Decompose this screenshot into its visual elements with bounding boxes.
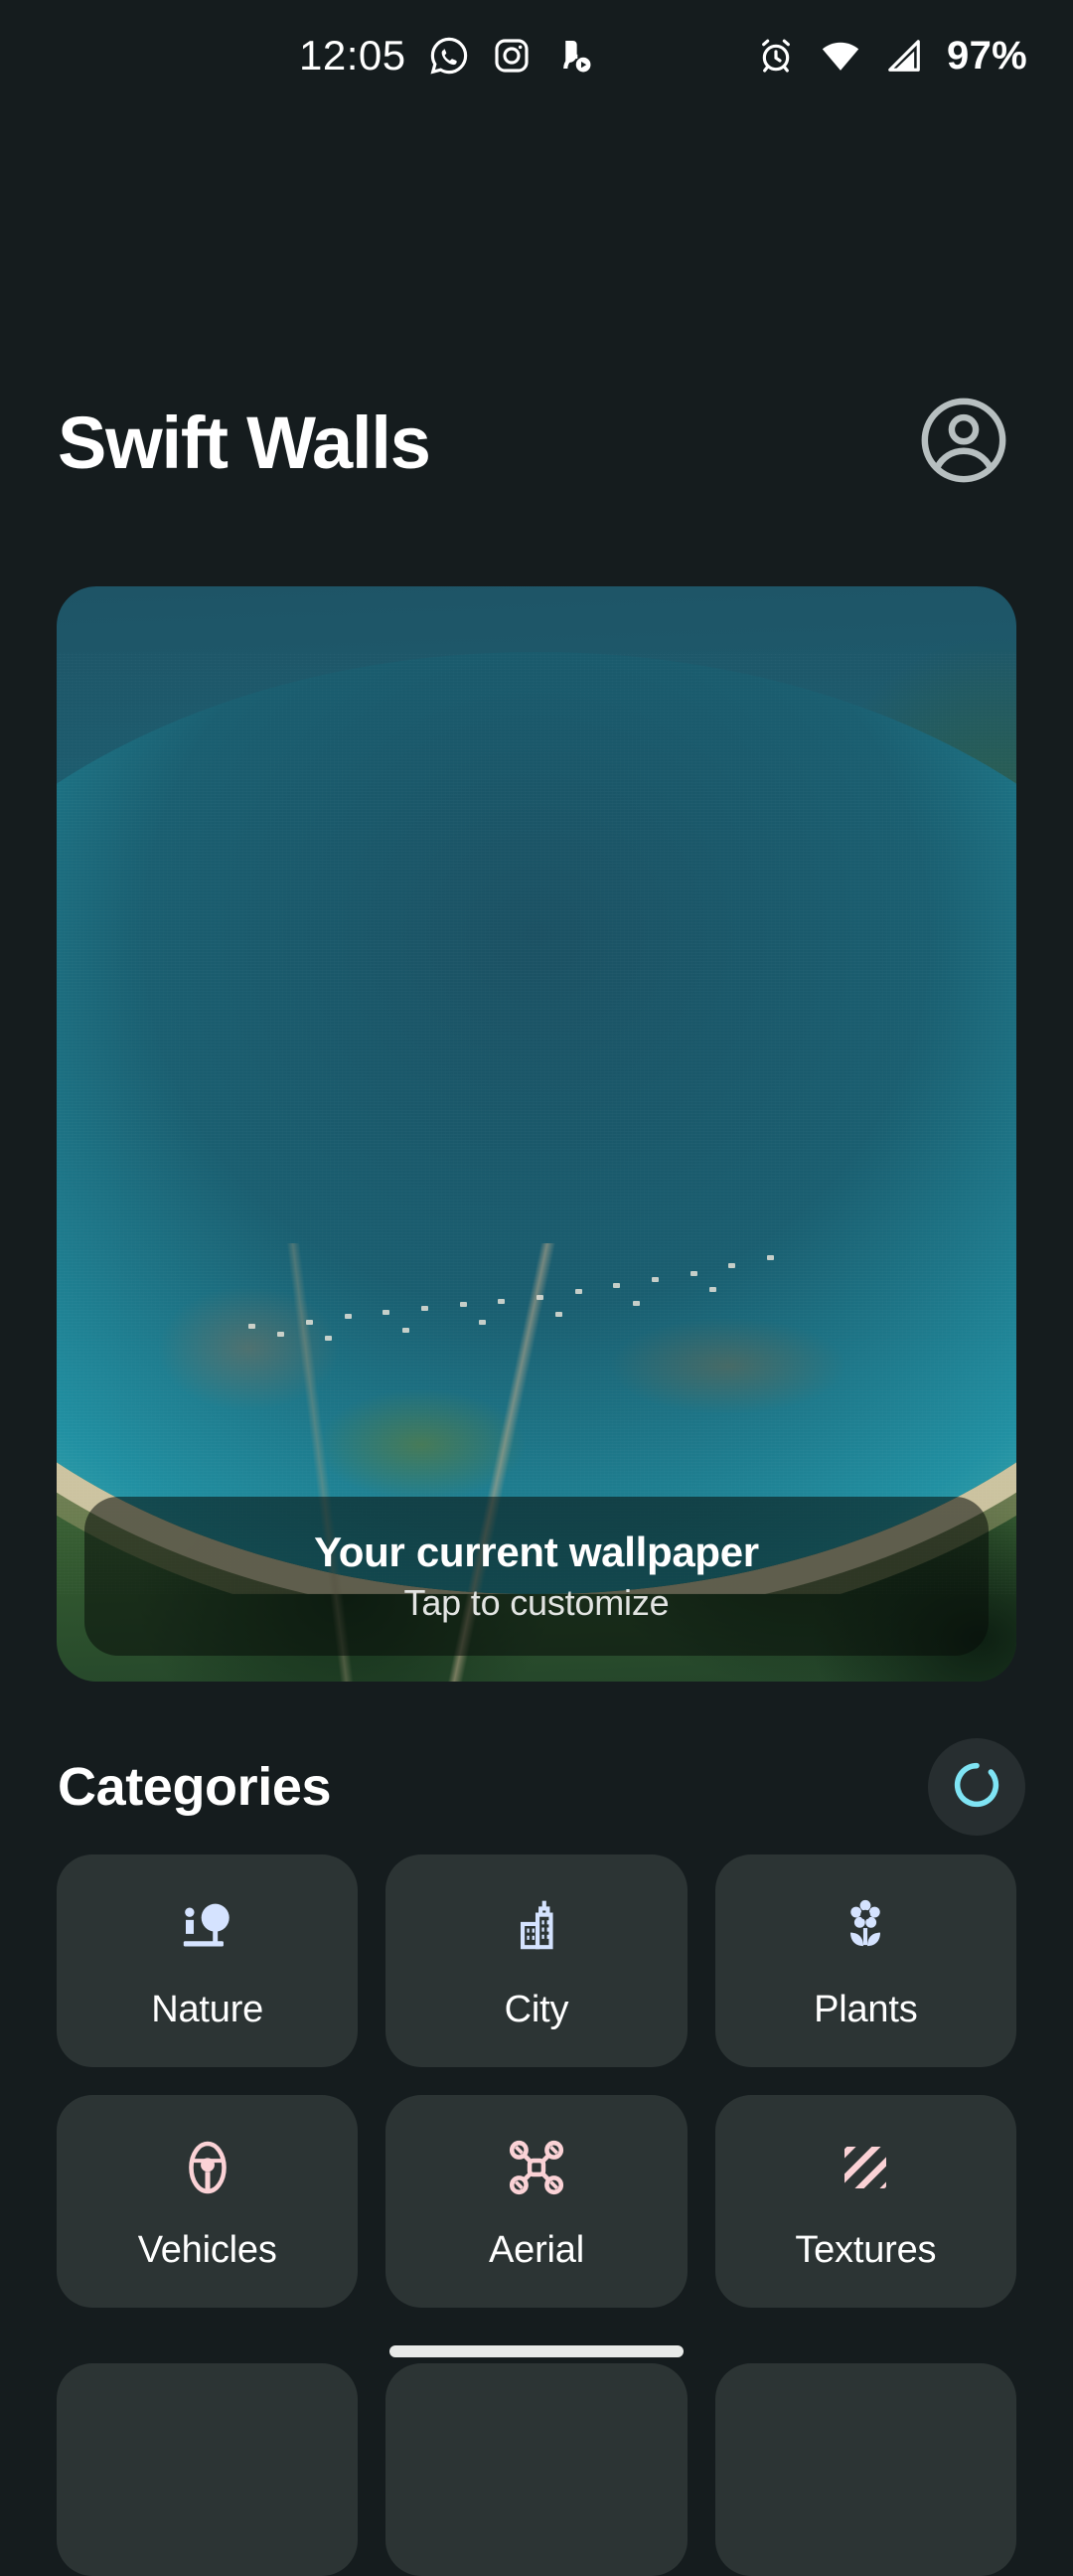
steering-wheel-icon xyxy=(176,2132,239,2203)
category-card-aerial[interactable]: Aerial xyxy=(385,2095,688,2308)
categories-grid: Nature City Plants Vehicles Aerial Textu… xyxy=(57,1854,1016,2308)
flower-icon xyxy=(835,1891,896,1963)
alarm-icon xyxy=(756,36,796,76)
home-gesture-bar[interactable] xyxy=(389,2345,684,2357)
category-label: Nature xyxy=(151,1988,264,2030)
cellular-signal-icon xyxy=(885,37,923,75)
app-bar: Swift Walls xyxy=(0,368,1073,517)
whatsapp-icon xyxy=(428,35,470,77)
status-bar: 12:05 97% xyxy=(0,0,1073,111)
instagram-icon xyxy=(492,36,532,76)
categories-title: Categories xyxy=(58,1757,332,1817)
page-title: Swift Walls xyxy=(58,401,431,484)
categories-header: Categories xyxy=(58,1731,1025,1843)
category-card[interactable] xyxy=(714,2363,1016,2576)
category-card-textures[interactable]: Textures xyxy=(714,2095,1016,2308)
category-card-plants[interactable]: Plants xyxy=(714,1854,1016,2067)
category-label: Plants xyxy=(814,1988,918,2030)
category-label: Aerial xyxy=(489,2228,584,2271)
category-card-vehicles[interactable]: Vehicles xyxy=(57,2095,359,2308)
category-label: Vehicles xyxy=(137,2228,277,2271)
category-card-city[interactable]: City xyxy=(385,1854,688,2067)
drone-icon xyxy=(505,2132,568,2203)
current-wallpaper-card[interactable]: Your current wallpaper Tap to customize xyxy=(57,586,1016,1682)
status-bar-left: 12:05 xyxy=(299,35,595,77)
status-bar-right: 97% xyxy=(756,34,1027,79)
buildings-icon xyxy=(506,1891,567,1963)
account-button[interactable] xyxy=(912,391,1015,494)
category-label: City xyxy=(504,1988,569,2030)
category-card[interactable] xyxy=(385,2363,688,2576)
category-card-nature[interactable]: Nature xyxy=(57,1854,359,2067)
diagonal-stripes-icon xyxy=(836,2132,895,2203)
media-app-icon xyxy=(553,35,595,77)
town-houses xyxy=(57,1221,1016,1418)
park-icon xyxy=(175,1891,240,1963)
status-time: 12:05 xyxy=(299,32,406,79)
category-card[interactable] xyxy=(57,2363,359,2576)
refresh-spinner-icon xyxy=(950,1758,1003,1817)
wifi-icon xyxy=(820,35,861,77)
refresh-button[interactable] xyxy=(928,1738,1025,1836)
battery-percentage: 97% xyxy=(947,33,1027,78)
categories-grid-next-row xyxy=(57,2363,1016,2576)
wallpaper-overlay-subtitle: Tap to customize xyxy=(403,1582,670,1623)
account-circle-icon xyxy=(914,391,1013,495)
category-label: Textures xyxy=(795,2228,937,2271)
wallpaper-overlay[interactable]: Your current wallpaper Tap to customize xyxy=(84,1497,989,1656)
wallpaper-overlay-title: Your current wallpaper xyxy=(314,1529,759,1575)
